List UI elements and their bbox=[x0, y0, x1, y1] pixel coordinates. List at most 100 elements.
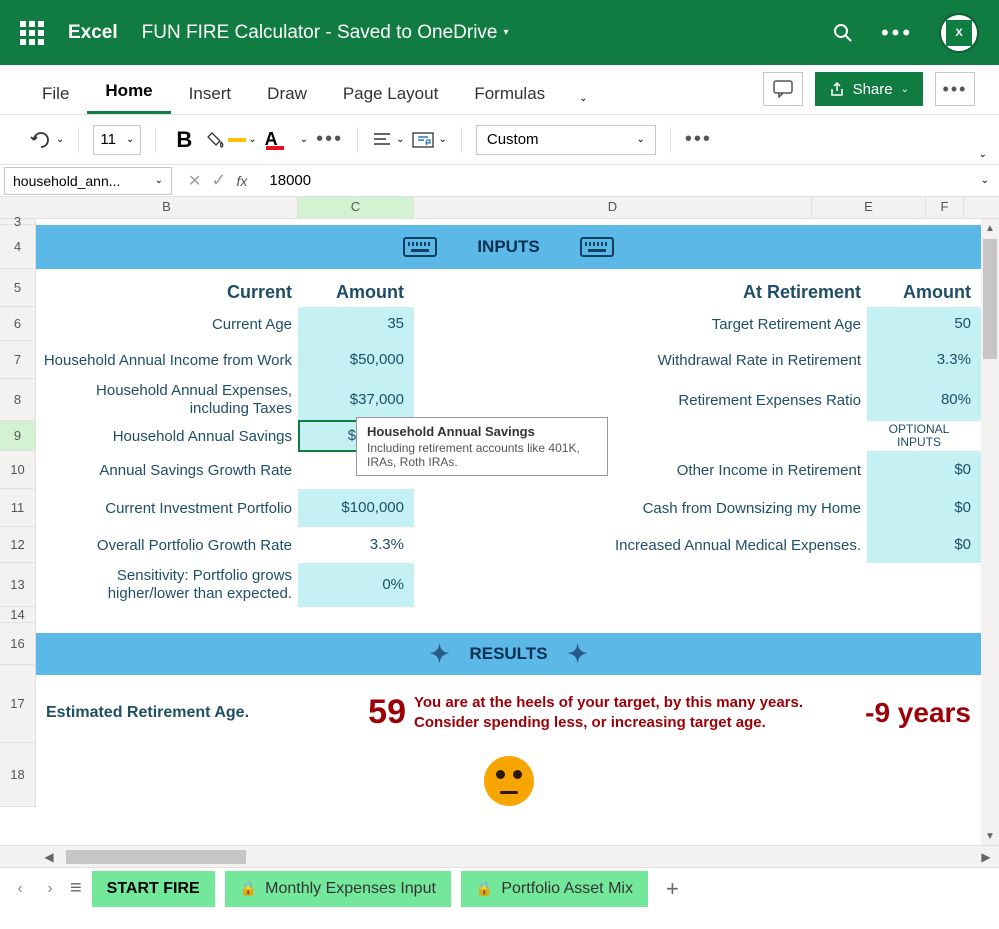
row-header[interactable]: 11 bbox=[0, 489, 36, 527]
cell-value[interactable]: $0 bbox=[867, 451, 981, 489]
comments-button[interactable] bbox=[763, 72, 803, 106]
results-label: Estimated Retirement Age. bbox=[46, 704, 346, 722]
more-icon[interactable]: ••• bbox=[885, 21, 909, 45]
sheet-cells[interactable]: INPUTS Current Amount At Retirement Amou… bbox=[36, 219, 981, 845]
row-header[interactable]: 8 bbox=[0, 379, 36, 421]
tab-page-layout[interactable]: Page Layout bbox=[325, 72, 456, 114]
scroll-thumb[interactable] bbox=[66, 850, 246, 864]
next-sheet-arrow-icon[interactable]: › bbox=[40, 880, 60, 898]
sheet-tab-monthly-expenses[interactable]: 🔒 Monthly Expenses Input bbox=[225, 871, 451, 907]
scroll-down-arrow-icon[interactable]: ▼ bbox=[981, 827, 999, 845]
scroll-right-arrow-icon[interactable]: ▶ bbox=[973, 850, 999, 864]
cell-label: Household Annual Income from Work bbox=[36, 352, 298, 369]
more-options[interactable]: ••• bbox=[685, 128, 712, 151]
tab-insert[interactable]: Insert bbox=[171, 72, 250, 114]
font-size-value: 11 bbox=[100, 131, 116, 148]
sheet-tab-start-fire[interactable]: START FIRE bbox=[92, 871, 215, 907]
scroll-thumb[interactable] bbox=[983, 239, 997, 359]
font-color-button[interactable]: A ⌄ bbox=[265, 129, 308, 150]
sparkle-icon: ✦ bbox=[568, 640, 588, 669]
more-font-options[interactable]: ••• bbox=[316, 128, 343, 151]
row-header[interactable]: 17 bbox=[0, 665, 36, 743]
column-header[interactable]: C bbox=[298, 197, 414, 218]
accept-formula-icon[interactable]: ✓ bbox=[211, 170, 226, 191]
results-row: Estimated Retirement Age. 59 You are at … bbox=[36, 675, 981, 750]
toolbar: ⌄ 11 ⌄ B ⌄ A ⌄ ••• ⌄ ⌄ bbox=[0, 115, 999, 165]
row-header[interactable]: 6 bbox=[0, 307, 36, 341]
row-header[interactable]: 5 bbox=[0, 269, 36, 307]
all-sheets-icon[interactable]: ≡ bbox=[70, 877, 82, 900]
tab-formulas[interactable]: Formulas bbox=[456, 72, 563, 114]
lock-icon: 🔒 bbox=[240, 880, 257, 897]
row-header[interactable]: 14 bbox=[0, 607, 36, 623]
scroll-up-arrow-icon[interactable]: ▲ bbox=[981, 219, 999, 237]
cell-value[interactable]: $0 bbox=[867, 527, 981, 563]
search-icon[interactable] bbox=[831, 21, 855, 45]
column-header[interactable]: B bbox=[36, 197, 298, 218]
spreadsheet-grid: B C D E F 34567891011121314161718 INPUTS… bbox=[0, 197, 999, 845]
number-format-value: Custom bbox=[487, 131, 539, 148]
sheet-tab-portfolio-mix[interactable]: 🔒 Portfolio Asset Mix bbox=[461, 871, 648, 907]
formula-input[interactable]: 18000 bbox=[259, 172, 970, 189]
prev-sheet-arrow-icon[interactable]: ‹ bbox=[10, 880, 30, 898]
cell-value[interactable]: 3.3% bbox=[867, 341, 981, 379]
fill-color-button[interactable]: ⌄ bbox=[206, 130, 256, 150]
row-header[interactable]: 13 bbox=[0, 563, 36, 607]
row-header[interactable]: 18 bbox=[0, 743, 36, 807]
undo-button[interactable]: ⌄ bbox=[30, 130, 64, 150]
add-sheet-button[interactable]: + bbox=[658, 876, 687, 902]
cancel-formula-icon[interactable]: ✕ bbox=[188, 171, 201, 191]
cell-value[interactable]: 80% bbox=[867, 379, 981, 421]
expand-formula-bar-icon[interactable]: ⌄ bbox=[971, 175, 999, 186]
number-format-select[interactable]: Custom ⌄ bbox=[476, 125, 656, 155]
tab-home[interactable]: Home bbox=[87, 69, 170, 114]
cell-value[interactable]: $100,000 bbox=[298, 489, 414, 527]
row-header[interactable]: 10 bbox=[0, 451, 36, 489]
cell-value[interactable]: 50 bbox=[867, 307, 981, 341]
font-size-input[interactable]: 11 ⌄ bbox=[93, 125, 141, 155]
row-header[interactable]: 16 bbox=[0, 623, 36, 665]
cell-value[interactable]: 3.3% bbox=[298, 527, 414, 563]
cell-value[interactable]: $0 bbox=[867, 489, 981, 527]
tab-file[interactable]: File bbox=[24, 72, 87, 114]
column-header[interactable]: F bbox=[926, 197, 964, 218]
cell-value: OPTIONAL INPUTS bbox=[867, 423, 981, 449]
more-commands-button[interactable]: ••• bbox=[935, 72, 975, 106]
document-title[interactable]: FUN FIRE Calculator - Saved to OneDrive … bbox=[142, 22, 509, 44]
vertical-scrollbar[interactable]: ▲ ▼ bbox=[981, 219, 999, 845]
cell-value[interactable]: 35 bbox=[298, 307, 414, 341]
fx-icon[interactable]: fx bbox=[237, 173, 248, 189]
cell-value[interactable]: $50,000 bbox=[298, 341, 414, 379]
app-launcher-icon[interactable] bbox=[20, 21, 44, 45]
results-years: -9 years bbox=[865, 697, 971, 729]
column-header[interactable]: D bbox=[414, 197, 812, 218]
scroll-left-arrow-icon[interactable]: ◀ bbox=[36, 850, 62, 864]
cell-label: Retirement Expenses Ratio bbox=[414, 392, 867, 409]
share-button[interactable]: Share ⌄ bbox=[815, 72, 923, 106]
name-box[interactable]: household_ann... ⌄ bbox=[4, 167, 172, 195]
wrap-text-button[interactable]: ⌄ bbox=[412, 131, 446, 149]
chevron-down-icon[interactable]: ⌄ bbox=[579, 93, 587, 114]
excel-app-icon[interactable]: X bbox=[939, 13, 979, 53]
align-button[interactable]: ⌄ bbox=[372, 131, 404, 149]
tooltip-title: Household Annual Savings bbox=[367, 424, 597, 439]
chevron-down-icon: ⌄ bbox=[636, 134, 644, 145]
bold-button[interactable]: B bbox=[170, 127, 198, 153]
row-header[interactable]: 9 bbox=[0, 421, 36, 451]
ribbon-tabs: File Home Insert Draw Page Layout Formul… bbox=[0, 65, 999, 115]
cell-value[interactable]: $37,000 bbox=[298, 379, 414, 421]
cell-value[interactable]: 0% bbox=[298, 563, 414, 607]
row-header[interactable]: 12 bbox=[0, 527, 36, 563]
header-at-retirement: At Retirement bbox=[414, 282, 867, 303]
cell-label: Increased Annual Medical Expenses. bbox=[414, 537, 867, 554]
horizontal-scrollbar[interactable]: ◀ ▶ bbox=[0, 845, 999, 867]
row-header[interactable]: 7 bbox=[0, 341, 36, 379]
column-header[interactable]: E bbox=[812, 197, 926, 218]
tab-draw[interactable]: Draw bbox=[249, 72, 325, 114]
sparkle-icon: ✦ bbox=[429, 640, 449, 669]
tooltip-body: Including retirement accounts like 401K,… bbox=[367, 441, 597, 469]
results-section-header: ✦ RESULTS ✦ bbox=[36, 633, 981, 675]
collapse-ribbon-icon[interactable]: ⌄ bbox=[979, 149, 987, 160]
row-header[interactable]: 4 bbox=[0, 225, 36, 269]
cell-label: Cash from Downsizing my Home bbox=[414, 500, 867, 517]
